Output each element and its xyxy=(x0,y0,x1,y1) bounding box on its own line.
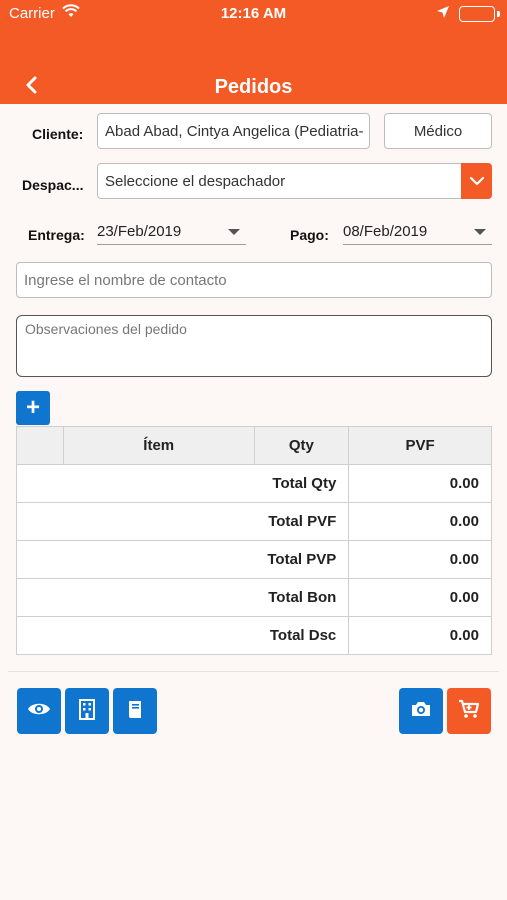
eye-icon xyxy=(27,701,51,722)
total-label: Total PVF xyxy=(17,503,350,541)
total-row: Total Qty 0.00 xyxy=(16,465,492,503)
despachador-select[interactable]: Seleccione el despachador xyxy=(97,163,492,199)
clock: 12:16 AM xyxy=(220,5,287,22)
chevron-down-icon[interactable] xyxy=(461,163,492,199)
cliente-field[interactable]: Abad Abad, Cintya Angelica (Pediatria- xyxy=(97,113,370,149)
total-label: Total Dsc xyxy=(17,617,350,655)
book-button[interactable] xyxy=(113,688,157,734)
add-item-button[interactable]: + xyxy=(16,391,50,425)
building-button[interactable] xyxy=(65,688,109,734)
cliente-label: Cliente: xyxy=(32,126,84,142)
entrega-label: Entrega: xyxy=(28,227,85,243)
view-button[interactable] xyxy=(17,688,61,734)
pago-date-value: 08/Feb/2019 xyxy=(343,223,428,240)
page-title: Pedidos xyxy=(214,76,293,98)
total-label: Total PVP xyxy=(17,541,350,579)
items-table: Ítem Qty PVF Total Qty 0.00 Total PVF 0.… xyxy=(16,426,492,655)
nav-bar: Pedidos xyxy=(0,28,507,104)
total-value: 0.00 xyxy=(349,541,492,579)
total-label: Total Bon xyxy=(17,579,350,617)
medico-button[interactable]: Médico xyxy=(384,113,492,149)
building-icon xyxy=(78,698,96,725)
camera-icon xyxy=(410,700,432,723)
caret-down-icon xyxy=(474,229,486,235)
total-value: 0.00 xyxy=(349,617,492,655)
divider xyxy=(8,671,499,672)
header-qty: Qty xyxy=(254,427,350,465)
battery-nub xyxy=(497,11,500,17)
location-arrow-icon xyxy=(436,5,450,23)
book-icon xyxy=(127,699,143,724)
contacto-input[interactable]: Ingrese el nombre de contacto xyxy=(16,262,492,298)
header-pvf: PVF xyxy=(349,427,492,465)
total-value: 0.00 xyxy=(349,465,492,503)
camera-button[interactable] xyxy=(399,688,443,734)
observaciones-textarea[interactable]: Observaciones del pedido xyxy=(16,315,492,377)
total-row: Total Bon 0.00 xyxy=(16,579,492,617)
cart-icon xyxy=(458,699,480,724)
total-value: 0.00 xyxy=(349,503,492,541)
total-value: 0.00 xyxy=(349,579,492,617)
total-row: Total Dsc 0.00 xyxy=(16,617,492,655)
total-label: Total Qty xyxy=(17,465,350,503)
pago-date-field[interactable]: 08/Feb/2019 xyxy=(343,219,492,245)
entrega-date-value: 23/Feb/2019 xyxy=(97,223,182,240)
total-row: Total PVF 0.00 xyxy=(16,503,492,541)
despachador-label: Despac... xyxy=(22,177,84,193)
cart-button[interactable] xyxy=(447,688,491,734)
total-row: Total PVP 0.00 xyxy=(16,541,492,579)
header-select xyxy=(17,427,64,465)
pago-label: Pago: xyxy=(290,227,329,243)
header-item: Ítem xyxy=(63,427,255,465)
battery-icon xyxy=(459,6,495,22)
status-bar: Carrier 12:16 AM xyxy=(0,0,507,28)
entrega-date-field[interactable]: 23/Feb/2019 xyxy=(97,219,246,245)
caret-down-icon xyxy=(228,229,240,235)
table-header: Ítem Qty PVF xyxy=(16,426,492,465)
